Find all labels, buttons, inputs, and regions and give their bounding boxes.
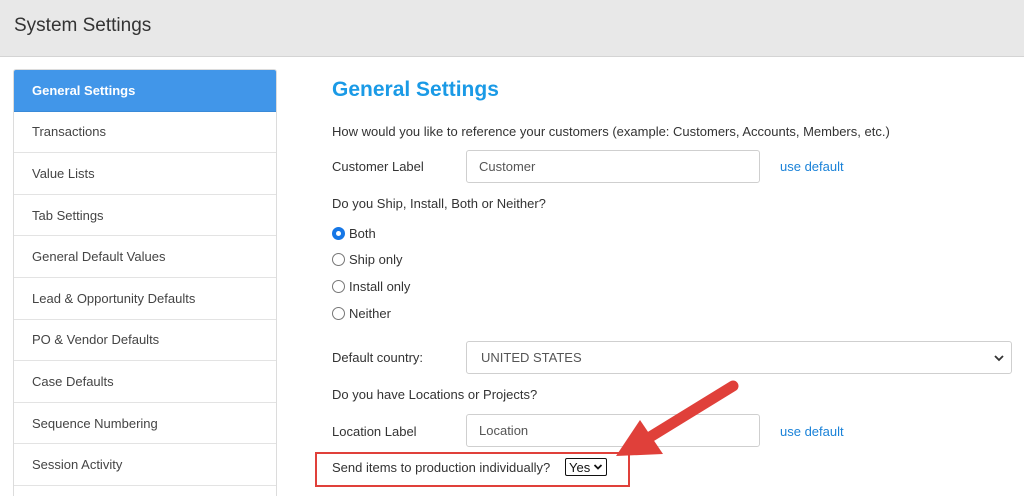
locations-prompt: Do you have Locations or Projects? — [332, 387, 538, 402]
section-heading: General Settings — [332, 78, 499, 101]
location-use-default-link[interactable]: use default — [780, 424, 844, 439]
country-label: Default country: — [332, 350, 424, 365]
radio-unchecked-icon — [332, 307, 345, 320]
sidebar-item-tab-settings[interactable]: Tab Settings — [14, 195, 276, 237]
ship-prompt: Do you Ship, Install, Both or Neither? — [332, 196, 546, 211]
production-value: Yes — [569, 459, 591, 475]
sidebar-item-case-defaults[interactable]: Case Defaults — [14, 361, 276, 403]
radio-both-label: Both — [349, 226, 376, 241]
radio-neither[interactable]: Neither — [332, 306, 391, 321]
customer-label: Customer Label — [332, 159, 424, 174]
sidebar-item-po-vendor-defaults[interactable]: PO & Vendor Defaults — [14, 320, 276, 362]
location-label: Location Label — [332, 424, 417, 439]
radio-ship-only[interactable]: Ship only — [332, 252, 402, 267]
sidebar-item-session-activity[interactable]: Session Activity — [14, 444, 276, 486]
customer-prompt: How would you like to reference your cus… — [332, 124, 890, 139]
chevron-down-icon — [594, 464, 603, 470]
radio-unchecked-icon — [332, 280, 345, 293]
radio-ship-only-label: Ship only — [349, 252, 403, 267]
radio-install-only[interactable]: Install only — [332, 279, 410, 294]
sidebar-item-lead-opportunity-defaults[interactable]: Lead & Opportunity Defaults — [14, 278, 276, 320]
production-label: Send items to production individually? — [332, 460, 551, 475]
country-select[interactable]: UNITED STATES — [466, 341, 1012, 374]
sidebar-item-transactions[interactable]: Transactions — [14, 112, 276, 154]
country-value: UNITED STATES — [481, 350, 582, 365]
location-label-value: Location — [479, 423, 529, 438]
radio-checked-icon — [332, 227, 345, 240]
radio-install-only-label: Install only — [349, 279, 411, 294]
radio-unchecked-icon — [332, 253, 345, 266]
radio-both[interactable]: Both — [332, 226, 376, 241]
location-label-input[interactable]: Location — [466, 414, 760, 447]
customer-label-value: Customer — [479, 159, 536, 174]
customer-label-input[interactable]: Customer — [466, 150, 760, 183]
customer-use-default-link[interactable]: use default — [780, 159, 844, 174]
radio-neither-label: Neither — [349, 306, 391, 321]
sidebar-item-value-lists[interactable]: Value Lists — [14, 153, 276, 195]
sidebar: General Settings Transactions Value List… — [13, 69, 277, 496]
sidebar-item-sequence-numbering[interactable]: Sequence Numbering — [14, 403, 276, 445]
chevron-down-icon — [994, 355, 1004, 362]
page-title: System Settings — [14, 15, 152, 36]
main-content: General Settings How would you like to r… — [332, 0, 1024, 496]
sidebar-item-general-settings[interactable]: General Settings — [14, 70, 276, 112]
production-select[interactable]: Yes — [565, 458, 608, 476]
sidebar-item-general-default-values[interactable]: General Default Values — [14, 236, 276, 278]
